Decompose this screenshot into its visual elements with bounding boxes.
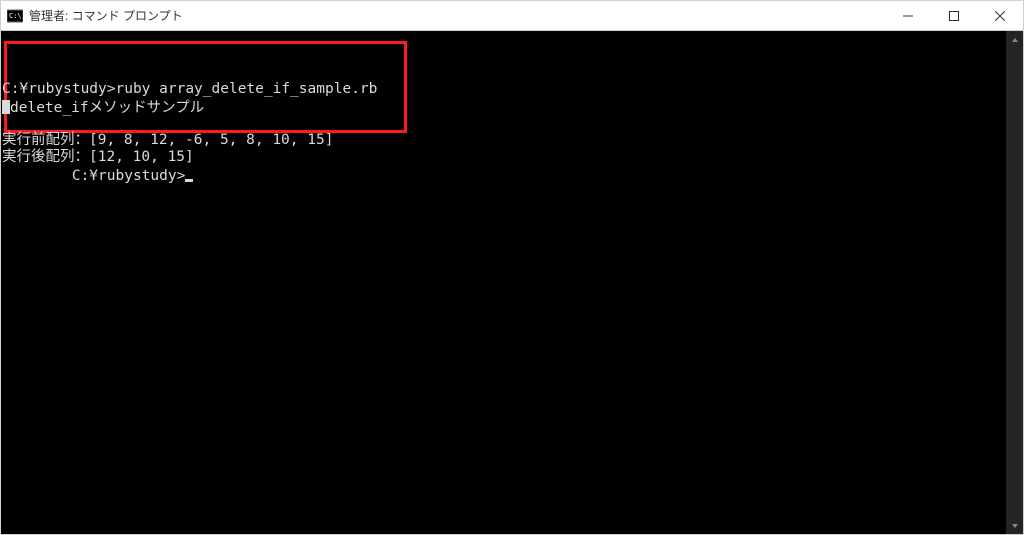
- maximize-button[interactable]: [931, 1, 977, 30]
- cmd-icon: C:\: [7, 8, 23, 24]
- close-button[interactable]: [977, 1, 1023, 30]
- output-line: delete_ifメソッドサンプル: [2, 98, 377, 115]
- terminal-content[interactable]: C:¥rubystudy>ruby array_delete_if_sample…: [1, 31, 1006, 534]
- cmd-line: C:¥rubystudy>ruby array_delete_if_sample…: [2, 81, 377, 98]
- svg-text:C:\: C:\: [9, 12, 22, 20]
- before-array-line: 実行前配列：[9, 8, 12, -6, 5, 8, 10, 15]: [2, 132, 377, 149]
- block-glyph: [2, 100, 10, 114]
- prompt-text: C:¥rubystudy>: [72, 168, 186, 184]
- command-prompt-window: C:\ 管理者: コマンド プロンプト C:¥rubystudy>ruby ar: [0, 0, 1024, 535]
- scroll-up-button[interactable]: [1006, 31, 1023, 48]
- prompt-line: C:¥rubystudy>: [2, 151, 193, 202]
- scrollbar[interactable]: [1006, 31, 1023, 534]
- scroll-track[interactable]: [1006, 48, 1023, 517]
- minimize-button[interactable]: [885, 1, 931, 30]
- blank-line: [2, 115, 377, 132]
- window-title: 管理者: コマンド プロンプト: [29, 7, 885, 24]
- window-controls: [885, 1, 1023, 30]
- scroll-down-button[interactable]: [1006, 517, 1023, 534]
- terminal-area[interactable]: C:¥rubystudy>ruby array_delete_if_sample…: [1, 31, 1023, 534]
- titlebar[interactable]: C:\ 管理者: コマンド プロンプト: [1, 1, 1023, 31]
- cursor: [185, 179, 193, 182]
